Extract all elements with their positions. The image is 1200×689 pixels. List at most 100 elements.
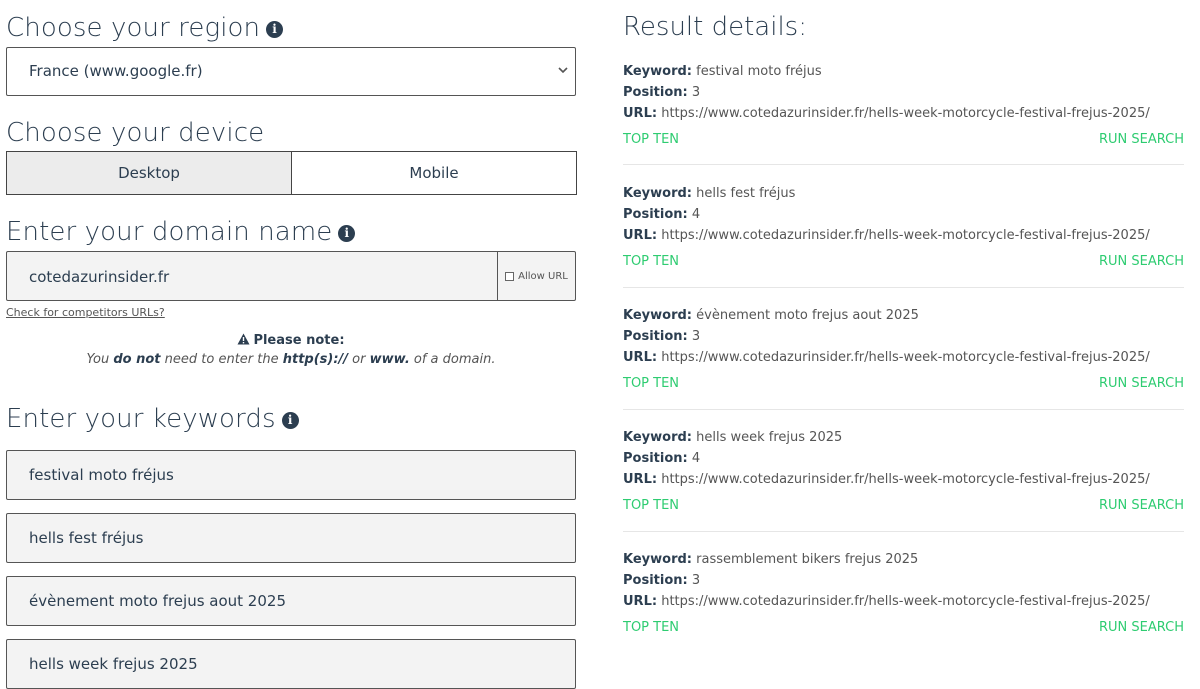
url-value: https://www.cotedazurinsider.fr/hells-we…	[661, 472, 1150, 487]
run-search-link[interactable]: RUN SEARCH	[1099, 132, 1184, 147]
url-label: URL:	[623, 594, 658, 609]
note-text-suffix: of a domain.	[409, 352, 496, 367]
keyword-input-4[interactable]: hells week frejus 2025	[6, 639, 576, 689]
result-position: Position: 4	[623, 448, 1184, 469]
keyword-input-value: festival moto fréjus	[29, 466, 174, 484]
keyword-input-3[interactable]: évènement moto frejus aout 2025	[6, 576, 576, 626]
keyword-input-value: évènement moto frejus aout 2025	[29, 592, 286, 610]
position-value: 4	[691, 207, 701, 222]
result-position: Position: 3	[623, 82, 1184, 103]
result-position: Position: 3	[623, 326, 1184, 347]
url-label: URL:	[623, 106, 658, 121]
result-url: URL: https://www.cotedazurinsider.fr/hel…	[623, 469, 1184, 490]
keyword-value: hells week frejus 2025	[696, 430, 843, 445]
keyword-label: Keyword:	[623, 186, 692, 201]
result-item: Keyword: rassemblement bikers frejus 202…	[623, 549, 1184, 640]
position-value: 3	[691, 573, 701, 588]
top-ten-link[interactable]: TOP TEN	[623, 620, 679, 635]
domain-input[interactable]: cotedazurinsider.fr Allow URL	[6, 251, 576, 301]
domain-heading: Enter your domain name i	[6, 216, 356, 248]
device-toggle: Desktop Mobile	[6, 151, 577, 195]
run-search-link[interactable]: RUN SEARCH	[1099, 620, 1184, 635]
note-box: Please note: You do not need to enter th…	[6, 333, 576, 367]
position-label: Position:	[623, 85, 688, 100]
result-item: Keyword: évènement moto frejus aout 2025…	[623, 305, 1184, 396]
note-bold-do-not: do not	[113, 352, 161, 367]
results-title: Result details:	[623, 12, 807, 42]
region-heading-text: Choose your region	[6, 13, 261, 43]
note-title-text: Please note:	[253, 333, 345, 348]
result-url: URL: https://www.cotedazurinsider.fr/hel…	[623, 103, 1184, 124]
position-label: Position:	[623, 329, 688, 344]
url-value: https://www.cotedazurinsider.fr/hells-we…	[661, 350, 1150, 365]
url-label: URL:	[623, 228, 658, 243]
result-actions: TOP TEN RUN SEARCH	[623, 376, 1184, 396]
result-item: Keyword: hells fest fréjus Position: 4 U…	[623, 183, 1184, 274]
result-actions: TOP TEN RUN SEARCH	[623, 254, 1184, 274]
position-label: Position:	[623, 451, 688, 466]
run-search-link[interactable]: RUN SEARCH	[1099, 498, 1184, 513]
result-keyword: Keyword: évènement moto frejus aout 2025	[623, 305, 1184, 326]
region-select[interactable]: France (www.google.fr)	[6, 47, 576, 96]
keyword-input-1[interactable]: festival moto fréjus	[6, 450, 576, 500]
result-keyword: Keyword: hells fest fréjus	[623, 183, 1184, 204]
result-keyword: Keyword: rassemblement bikers frejus 202…	[623, 549, 1184, 570]
keyword-label: Keyword:	[623, 308, 692, 323]
url-label: URL:	[623, 350, 658, 365]
position-value: 3	[691, 329, 701, 344]
url-value: https://www.cotedazurinsider.fr/hells-we…	[661, 106, 1150, 121]
domain-heading-text: Enter your domain name	[6, 217, 333, 247]
keyword-label: Keyword:	[623, 430, 692, 445]
result-keyword: Keyword: hells week frejus 2025	[623, 427, 1184, 448]
result-divider	[623, 287, 1184, 288]
result-divider	[623, 409, 1184, 410]
device-desktop-button[interactable]: Desktop	[7, 152, 292, 194]
top-ten-link[interactable]: TOP TEN	[623, 254, 679, 269]
result-url: URL: https://www.cotedazurinsider.fr/hel…	[623, 591, 1184, 612]
keyword-input-value: hells fest fréjus	[29, 529, 144, 547]
note-bold-www: www.	[369, 352, 410, 367]
url-value: https://www.cotedazurinsider.fr/hells-we…	[661, 594, 1150, 609]
keyword-value: hells fest fréjus	[696, 186, 796, 201]
note-title: Please note:	[6, 333, 576, 348]
allow-url-label: Allow URL	[518, 270, 568, 282]
keyword-value: rassemblement bikers frejus 2025	[696, 552, 919, 567]
keyword-label: Keyword:	[623, 552, 692, 567]
position-label: Position:	[623, 573, 688, 588]
note-text-mid: need to enter the	[160, 352, 283, 367]
domain-input-value: cotedazurinsider.fr	[29, 268, 170, 286]
top-ten-link[interactable]: TOP TEN	[623, 132, 679, 147]
url-value: https://www.cotedazurinsider.fr/hells-we…	[661, 228, 1150, 243]
chevron-down-icon	[558, 67, 568, 74]
result-position: Position: 4	[623, 204, 1184, 225]
info-icon[interactable]: i	[281, 412, 299, 429]
checkbox-icon	[505, 271, 515, 281]
allow-url-checkbox[interactable]: Allow URL	[497, 252, 575, 300]
run-search-link[interactable]: RUN SEARCH	[1099, 376, 1184, 391]
run-search-link[interactable]: RUN SEARCH	[1099, 254, 1184, 269]
note-text-or: or	[348, 352, 370, 367]
device-mobile-button[interactable]: Mobile	[292, 152, 576, 194]
result-item: Keyword: hells week frejus 2025 Position…	[623, 427, 1184, 518]
result-divider	[623, 531, 1184, 532]
warning-icon	[237, 333, 250, 345]
result-url: URL: https://www.cotedazurinsider.fr/hel…	[623, 225, 1184, 246]
keyword-label: Keyword:	[623, 64, 692, 79]
keywords-heading-text: Enter your keywords	[6, 404, 276, 434]
region-select-value: France (www.google.fr)	[29, 62, 203, 80]
keyword-input-2[interactable]: hells fest fréjus	[6, 513, 576, 563]
position-label: Position:	[623, 207, 688, 222]
result-item: Keyword: festival moto fréjus Position: …	[623, 61, 1184, 152]
result-position: Position: 3	[623, 570, 1184, 591]
top-ten-link[interactable]: TOP TEN	[623, 498, 679, 513]
keyword-input-value: hells week frejus 2025	[29, 655, 198, 673]
top-ten-link[interactable]: TOP TEN	[623, 376, 679, 391]
competitors-link[interactable]: Check for competitors URLs?	[6, 306, 165, 319]
note-text-prefix: You	[86, 352, 114, 367]
info-icon[interactable]: i	[338, 225, 356, 242]
result-actions: TOP TEN RUN SEARCH	[623, 132, 1184, 152]
result-keyword: Keyword: festival moto fréjus	[623, 61, 1184, 82]
keyword-value: festival moto fréjus	[696, 64, 822, 79]
info-icon[interactable]: i	[266, 21, 284, 38]
result-actions: TOP TEN RUN SEARCH	[623, 620, 1184, 640]
